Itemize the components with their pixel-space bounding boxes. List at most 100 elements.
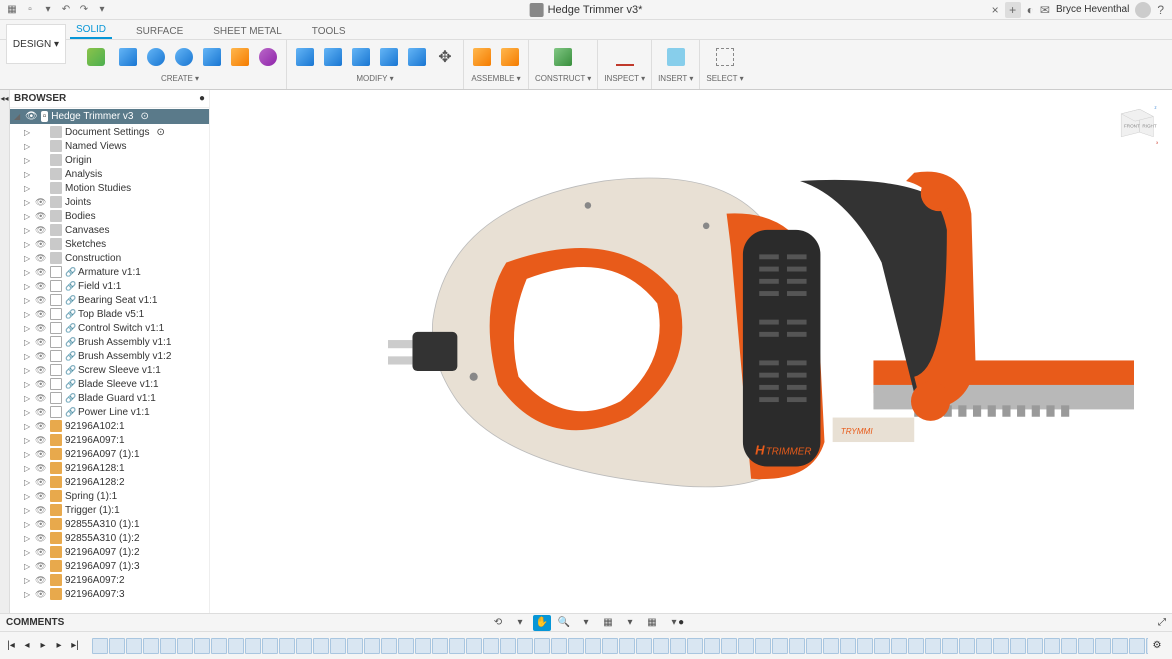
eye-icon[interactable]: 👁 [35, 575, 47, 586]
display-icon[interactable]: ▦ [599, 615, 617, 631]
timeline-feature[interactable] [517, 638, 533, 654]
timeline-feature[interactable] [959, 638, 975, 654]
tree-item[interactable]: ▷👁🔗Field v1:1 [10, 279, 209, 293]
tree-item[interactable]: ▷👁Spring (1):1 [10, 489, 209, 503]
fillet-button[interactable] [321, 45, 345, 69]
close-tab-icon[interactable]: × [992, 3, 999, 17]
effects-icon[interactable]: ▾ [621, 615, 639, 631]
timeline-feature[interactable] [568, 638, 584, 654]
timeline-feature[interactable] [874, 638, 890, 654]
timeline-feature[interactable] [602, 638, 618, 654]
assemble-label[interactable]: ASSEMBLE ▾ [471, 74, 520, 83]
chevron-right-icon[interactable]: ▷ [24, 268, 32, 277]
tree-item[interactable]: ▷👁🔗Control Switch v1:1 [10, 321, 209, 335]
timeline-feature[interactable] [1095, 638, 1111, 654]
press-pull-button[interactable] [293, 45, 317, 69]
viewcube[interactable]: FRONT RIGHT z x [1112, 100, 1158, 146]
browser-settings-icon[interactable]: ● [199, 93, 205, 104]
timeline-feature[interactable] [1027, 638, 1043, 654]
timeline-feature[interactable] [279, 638, 295, 654]
tree-item[interactable]: ▷👁92196A128:2 [10, 475, 209, 489]
chevron-right-icon[interactable]: ▷ [24, 212, 32, 221]
timeline-start-icon[interactable]: |◂ [4, 639, 18, 653]
comments-label[interactable]: COMMENTS [6, 617, 64, 628]
tree-item[interactable]: ▷👁92196A097:1 [10, 433, 209, 447]
timeline-feature[interactable] [738, 638, 754, 654]
chevron-right-icon[interactable]: ▷ [24, 324, 32, 333]
chevron-right-icon[interactable]: ▷ [24, 296, 32, 305]
chevron-right-icon[interactable]: ▷ [24, 142, 32, 151]
tree-item[interactable]: ▷👁🔗Armature v1:1 [10, 265, 209, 279]
tree-item[interactable]: ▷Named Views [10, 139, 209, 153]
eye-icon[interactable]: 👁 [35, 561, 47, 572]
tree-item[interactable]: ▷👁92196A097:2 [10, 573, 209, 587]
chevron-right-icon[interactable]: ▷ [24, 198, 32, 207]
timeline-feature[interactable] [1044, 638, 1060, 654]
avatar-icon[interactable] [1135, 2, 1151, 18]
chevron-right-icon[interactable]: ▷ [24, 422, 32, 431]
eye-icon[interactable]: 👁 [35, 337, 47, 348]
new-tab-icon[interactable]: + [1005, 2, 1021, 18]
timeline-feature[interactable] [432, 638, 448, 654]
eye-icon[interactable]: 👁 [35, 267, 47, 278]
timeline-feature[interactable] [1129, 638, 1145, 654]
timeline-feature[interactable] [1010, 638, 1026, 654]
tree-item[interactable]: ▷👁🔗Top Blade v5:1 [10, 307, 209, 321]
timeline-feature[interactable] [347, 638, 363, 654]
dropdown-icon[interactable]: ▾ [94, 2, 110, 18]
timeline-feature[interactable] [551, 638, 567, 654]
eye-icon[interactable]: 👁 [35, 589, 47, 600]
timeline-feature[interactable] [160, 638, 176, 654]
timeline-feature[interactable] [483, 638, 499, 654]
help-icon[interactable]: ? [1157, 3, 1164, 17]
eye-icon[interactable]: 👁 [35, 379, 47, 390]
chevron-right-icon[interactable]: ▷ [24, 310, 32, 319]
eye-icon[interactable]: 👁 [35, 365, 47, 376]
tree-item[interactable]: ▷👁92196A097 (1):2 [10, 545, 209, 559]
timeline-feature[interactable] [755, 638, 771, 654]
inspect-label[interactable]: INSPECT ▾ [604, 74, 645, 83]
chevron-right-icon[interactable]: ▷ [24, 492, 32, 501]
create-label[interactable]: CREATE ▾ [161, 74, 199, 83]
eye-icon[interactable]: 👁 [35, 197, 47, 208]
timeline-feature[interactable] [636, 638, 652, 654]
create-sketch-button[interactable] [80, 41, 112, 73]
timeline-feature[interactable] [1112, 638, 1128, 654]
measure-button[interactable] [609, 41, 641, 73]
timeline-feature[interactable] [653, 638, 669, 654]
tree-item[interactable]: ▷👁Canvases [10, 223, 209, 237]
eye-icon[interactable]: 👁 [35, 393, 47, 404]
tree-item[interactable]: ▷👁🔗Brush Assembly v1:1 [10, 335, 209, 349]
move-button[interactable]: ✥ [433, 45, 457, 69]
zoom-icon[interactable]: 🔍 [555, 615, 573, 631]
joint-button[interactable] [470, 45, 494, 69]
timeline-feature[interactable] [449, 638, 465, 654]
undo-icon[interactable]: ↶ [58, 2, 74, 18]
viewport-icon[interactable]: ▾ [665, 615, 683, 631]
apps-grid-icon[interactable]: ▦ [4, 2, 20, 18]
tree-item[interactable]: ▷Analysis [10, 167, 209, 181]
timeline-feature[interactable] [126, 638, 142, 654]
tree-item[interactable]: ▷👁🔗Bearing Seat v1:1 [10, 293, 209, 307]
timeline-feature[interactable] [789, 638, 805, 654]
tree-item[interactable]: ▷👁🔗Blade Sleeve v1:1 [10, 377, 209, 391]
timeline-settings-icon[interactable]: ⚙ [1150, 639, 1164, 653]
grid-icon[interactable]: ▦ [643, 615, 661, 631]
chevron-right-icon[interactable]: ▷ [24, 548, 32, 557]
timeline-feature[interactable] [109, 638, 125, 654]
tree-item[interactable]: ▷Origin [10, 153, 209, 167]
tree-item[interactable]: ▷👁92855A310 (1):2 [10, 531, 209, 545]
chevron-right-icon[interactable]: ▷ [24, 408, 32, 417]
browser-header[interactable]: BROWSER ● [10, 90, 209, 108]
chevron-right-icon[interactable]: ▷ [24, 240, 32, 249]
timeline-feature[interactable] [857, 638, 873, 654]
eye-icon[interactable]: 👁 [35, 239, 47, 250]
chevron-right-icon[interactable]: ▷ [24, 254, 32, 263]
timeline-feature[interactable] [1061, 638, 1077, 654]
tree-item[interactable]: ▷👁Joints [10, 195, 209, 209]
chevron-right-icon[interactable]: ▷ [24, 506, 32, 515]
chevron-right-icon[interactable]: ▷ [24, 170, 32, 179]
chevron-right-icon[interactable]: ▷ [24, 156, 32, 165]
shell-button[interactable] [349, 45, 373, 69]
notification-icon[interactable]: ✉ [1040, 3, 1050, 17]
